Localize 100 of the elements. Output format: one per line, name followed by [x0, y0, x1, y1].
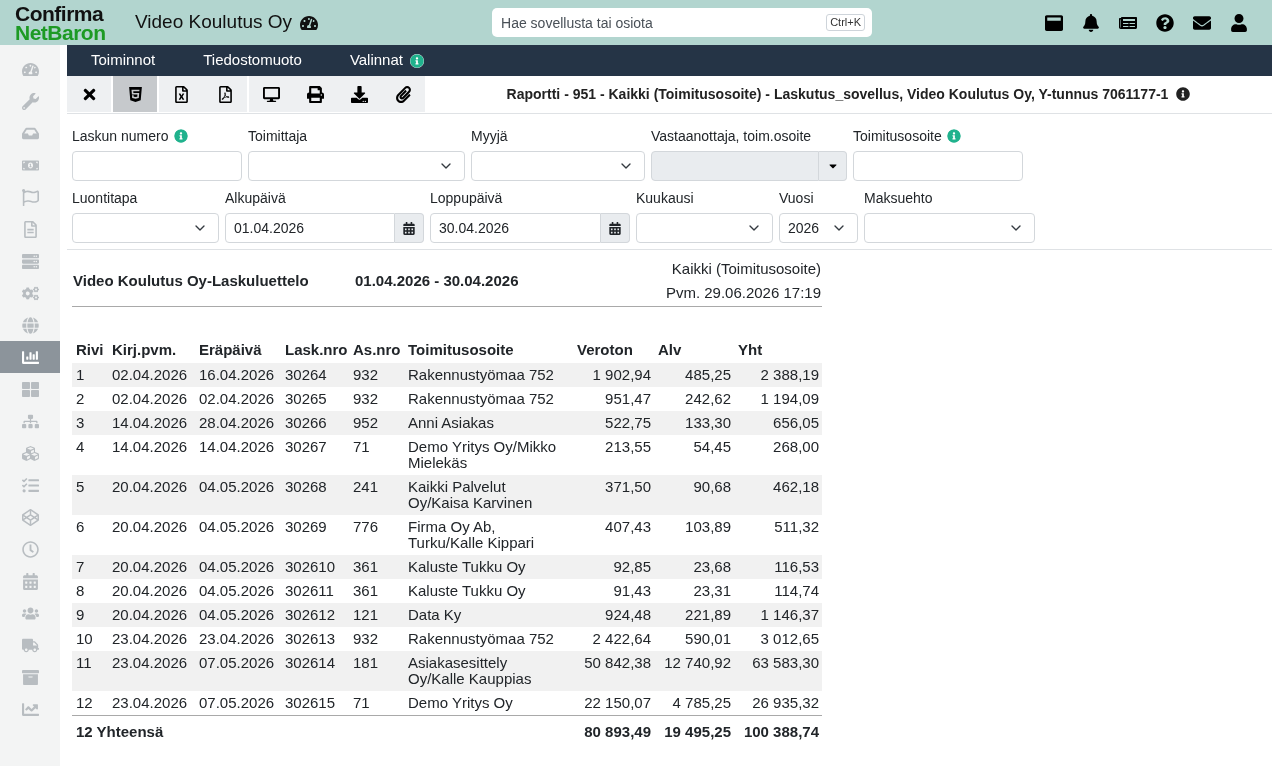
printer-icon — [306, 85, 324, 103]
table-cell: Demo Yritys Oy — [404, 691, 573, 716]
select-field[interactable] — [864, 213, 1035, 243]
select-field[interactable] — [471, 151, 645, 181]
table-cell: 268,00 — [734, 435, 822, 475]
table-cell: 3 012,65 — [734, 627, 822, 651]
table-cell: 14.04.2026 — [195, 435, 281, 475]
excel-file-icon — [172, 85, 190, 103]
table-cell: 23.04.2026 — [195, 627, 281, 651]
close-button[interactable] — [67, 76, 111, 112]
table-cell: 221,89 — [654, 603, 734, 627]
menu-item[interactable]: Valinnat — [349, 49, 403, 72]
gears-icon — [21, 284, 39, 302]
logo[interactable]: Confirma NetBaron — [15, 3, 115, 42]
table-cell: 103,89 — [654, 515, 734, 555]
text-field[interactable] — [72, 151, 242, 181]
globe-icon — [21, 316, 39, 334]
gauge-icon[interactable] — [300, 13, 319, 32]
sidebar-item[interactable] — [0, 341, 60, 373]
user-button[interactable] — [1230, 13, 1248, 32]
table-cell: 23.04.2026 — [108, 691, 195, 716]
table-cell: 10 — [72, 627, 108, 651]
table-cell: 213,55 — [573, 435, 654, 475]
column-header: Kirj.pvm. — [108, 337, 195, 363]
table-cell: 50 842,38 — [573, 651, 654, 691]
table-cell: 14.04.2026 — [108, 411, 195, 435]
checklist-icon — [21, 476, 39, 494]
select-field[interactable] — [72, 213, 219, 243]
date-field[interactable]: 01.04.2026 — [225, 213, 395, 243]
pdf-file-icon — [216, 85, 234, 103]
table-cell: 54,45 — [654, 435, 734, 475]
list-title: Video Koulutus Oy-Laskuluettelo — [72, 270, 310, 291]
calendar-button[interactable] — [601, 213, 630, 243]
table-cell: 656,05 — [734, 411, 822, 435]
bell-button[interactable] — [1082, 13, 1100, 32]
table-cell: 302610 — [281, 555, 349, 579]
table-cell: 302613 — [281, 627, 349, 651]
menu-item[interactable]: Tiedostomuoto — [203, 49, 302, 72]
table-cell: Kaluste Tukku Oy — [404, 579, 573, 603]
field-label: Luontitapa — [72, 188, 138, 208]
table-cell: 30264 — [281, 363, 349, 387]
table-cell: Demo Yritys Oy/Mikko Mielekäs — [404, 435, 573, 475]
field-label: Toimitusosoite — [853, 126, 942, 146]
wrench-icon — [21, 92, 39, 110]
table-cell: 92,85 — [573, 555, 654, 579]
field-label: Alkupäivä — [225, 188, 286, 208]
select-field[interactable] — [248, 151, 465, 181]
bar-chart-icon — [21, 348, 39, 366]
table-cell: Kaikki Palvelut Oy/Kaisa Karvinen — [404, 475, 573, 515]
dropdown-button[interactable] — [819, 151, 847, 181]
select-field[interactable] — [636, 213, 773, 243]
hierarchy-icon — [21, 412, 39, 430]
field-label: Toimittaja — [248, 126, 308, 146]
calendar-icon — [403, 221, 415, 235]
table-cell: 11 — [72, 651, 108, 691]
table-cell: 5 — [72, 475, 108, 515]
screen-button[interactable] — [249, 76, 293, 112]
table-cell: 924,48 — [573, 603, 654, 627]
window-button[interactable] — [1045, 13, 1063, 32]
table-cell: 04.05.2026 — [195, 555, 281, 579]
date-range: 01.04.2026 - 30.04.2026 — [355, 270, 519, 291]
table-cell: 28.04.2026 — [195, 411, 281, 435]
user-icon — [1230, 13, 1248, 32]
envelope-button[interactable] — [1193, 13, 1211, 32]
report-scope: Kaikki (Toimitusosoite) — [671, 259, 821, 279]
html-button[interactable] — [113, 76, 157, 112]
excel-button[interactable] — [159, 76, 203, 112]
download-icon — [350, 85, 368, 103]
menu-item[interactable]: Toiminnot — [91, 49, 156, 72]
total-label: 12 Yhteensä — [72, 715, 573, 744]
help-button[interactable] — [1156, 13, 1174, 32]
table-cell: 462,18 — [734, 475, 822, 515]
table-cell: 1 146,37 — [734, 603, 822, 627]
help-icon — [1156, 13, 1174, 32]
table-cell: 1 — [72, 363, 108, 387]
calendar-button[interactable] — [395, 213, 424, 243]
column-header: Eräpäivä — [195, 337, 281, 363]
html5-icon — [126, 85, 144, 103]
server-icon — [21, 252, 39, 270]
select-field[interactable]: 2026 — [779, 213, 858, 243]
text-field[interactable] — [853, 151, 1023, 181]
report-title: Raportti - 951 - Kaikki (Toimitusosoite) - Laskutus_sovellus, Video Koulutus Oy, Y-tunnus 7061177-1 — [506, 84, 1169, 104]
table-cell: 485,25 — [654, 363, 734, 387]
table-cell: 7 — [72, 555, 108, 579]
table-cell: 30268 — [281, 475, 349, 515]
table-cell: 04.05.2026 — [195, 603, 281, 627]
truck-icon — [21, 636, 39, 654]
pdf-button[interactable] — [203, 76, 247, 112]
table-cell: 522,75 — [573, 411, 654, 435]
table-cell: 2 388,19 — [734, 363, 822, 387]
table-cell: Rakennustyömaa 752 — [404, 387, 573, 411]
date-field[interactable]: 30.04.2026 — [430, 213, 601, 243]
table-cell: 302614 — [281, 651, 349, 691]
table-cell: 181 — [349, 651, 404, 691]
column-header: As.nro — [349, 337, 404, 363]
field-label: Laskun numero — [72, 126, 169, 146]
attach-button[interactable] — [381, 76, 425, 112]
total-cell: 100 388,74 — [734, 715, 822, 744]
table-cell: 241 — [349, 475, 404, 515]
table-cell: 20.04.2026 — [108, 475, 195, 515]
